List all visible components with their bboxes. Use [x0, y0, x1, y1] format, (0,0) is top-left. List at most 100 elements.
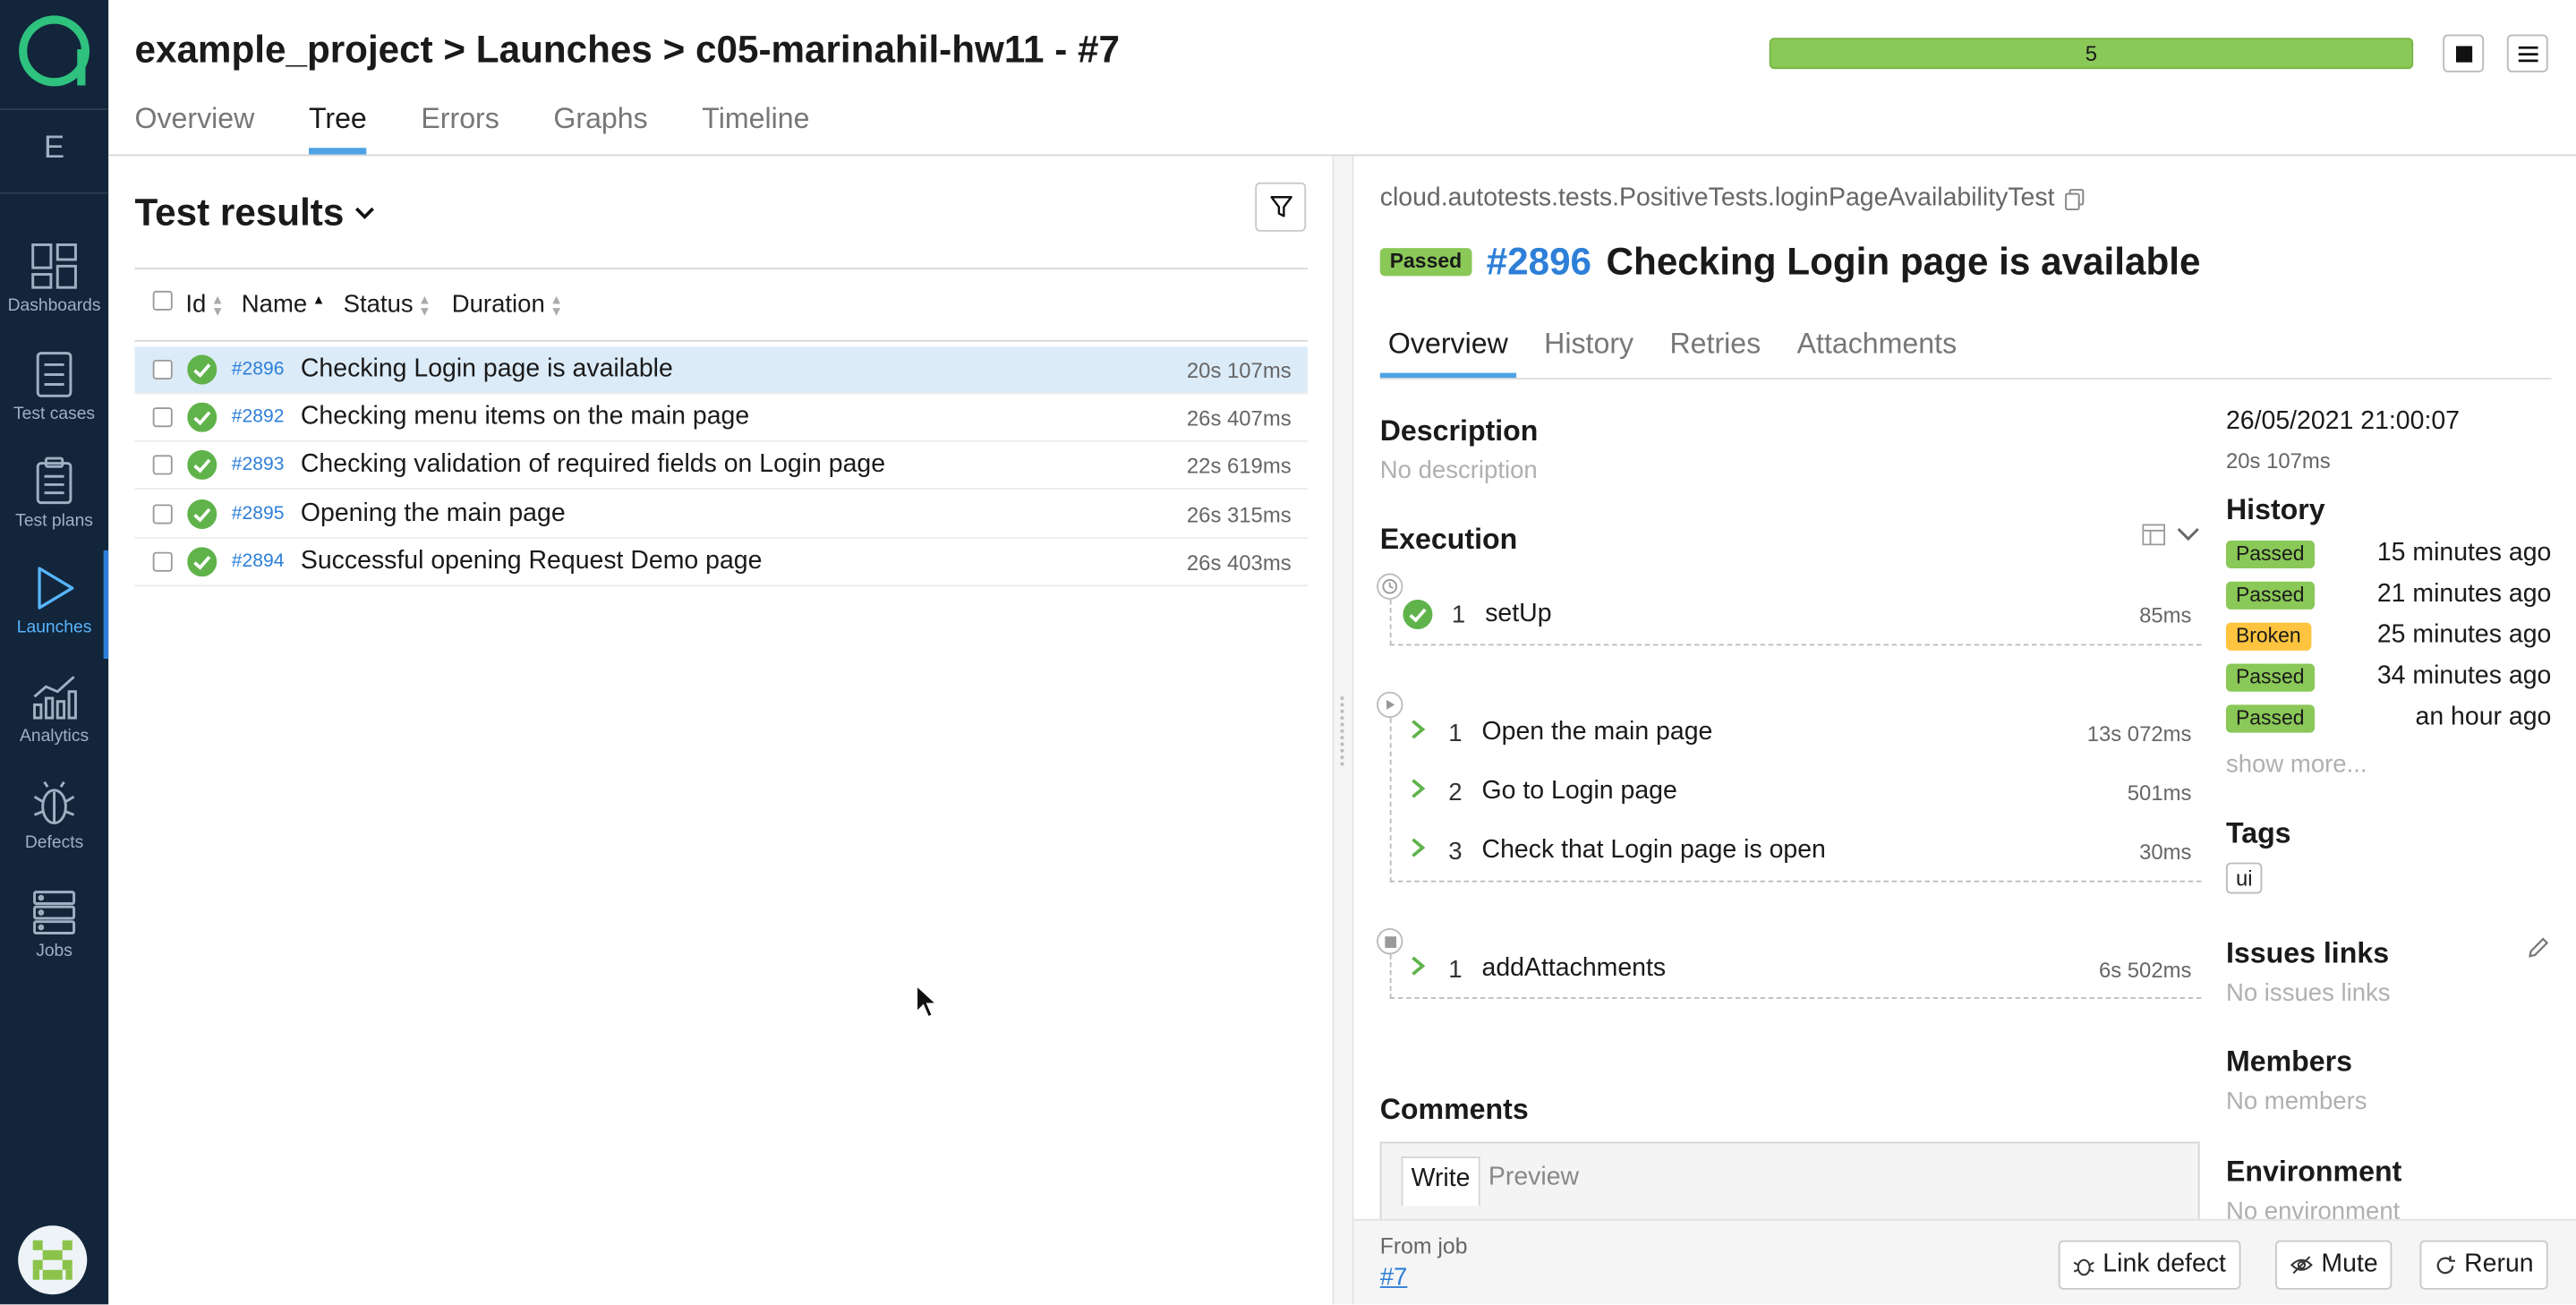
stop-launch-button[interactable] — [2443, 34, 2485, 72]
breadcrumb-project[interactable]: example_project — [135, 28, 433, 71]
history-item[interactable]: Passed 21 minutes ago — [2225, 578, 2551, 611]
step-number: 3 — [1448, 837, 1463, 866]
column-id[interactable]: Id ▲ ▼ — [185, 291, 224, 319]
sidebar-item-defects[interactable]: Defects — [0, 779, 108, 877]
test-step[interactable]: 1 Open the main page 13s 072ms — [1393, 704, 2197, 760]
step-duration: 30ms — [2139, 838, 2192, 864]
sort-icon: ▲ ▼ — [418, 291, 431, 319]
tab-tree[interactable]: Tree — [308, 102, 367, 155]
sidebar-item-test-plans[interactable]: Test plans — [0, 456, 108, 555]
app-logo-icon[interactable] — [16, 13, 91, 89]
column-status[interactable]: Status ▲ ▼ — [344, 291, 431, 319]
sidebar-item-test-cases[interactable]: Test cases — [0, 350, 108, 448]
select-all-checkbox[interactable] — [152, 290, 173, 311]
test-duration: 26s 407ms — [1186, 405, 1292, 430]
sidebar: E Dashboards Test cases Test plans Launc… — [0, 0, 109, 1305]
table-row[interactable]: #2895 Opening the main page 26s 315ms — [134, 491, 1308, 540]
tab-detail-overview[interactable]: Overview — [1379, 327, 1516, 379]
tab-errors[interactable]: Errors — [421, 102, 499, 155]
history-item[interactable]: Passed an hour ago — [2225, 702, 2551, 735]
sidebar-item-analytics[interactable]: Analytics — [0, 672, 108, 771]
rerun-label: Rerun — [2464, 1250, 2534, 1278]
test-results-dropdown[interactable]: Test results — [135, 191, 378, 235]
column-name[interactable]: Name▲▼ — [242, 291, 325, 319]
project-switcher[interactable]: E — [0, 132, 108, 167]
test-step[interactable]: 3 Check that Login page is open 30ms — [1393, 823, 2197, 879]
mute-button[interactable]: Mute — [2275, 1240, 2393, 1290]
tag-chip[interactable]: ui — [2225, 862, 2263, 894]
setup-step[interactable]: 1 setUp 85ms — [1393, 586, 2197, 642]
teardown-step[interactable]: 1 addAttachments 6s 502ms — [1393, 942, 2197, 997]
test-id: #2896 — [231, 359, 285, 380]
avatar[interactable] — [18, 1225, 88, 1295]
job-link[interactable]: #7 — [1380, 1263, 1408, 1291]
table-row[interactable]: #2892 Checking menu items on the main pa… — [134, 394, 1308, 442]
row-checkbox[interactable] — [152, 359, 173, 380]
copy-icon[interactable] — [2064, 188, 2085, 210]
passed-status-icon — [187, 449, 218, 480]
column-label: Name — [241, 290, 308, 320]
tab-detail-retries[interactable]: Retries — [1661, 327, 1769, 378]
link-defect-button[interactable]: Link defect — [2058, 1240, 2241, 1290]
breadcrumb-launches[interactable]: Launches — [476, 28, 653, 71]
sidebar-item-label: Test cases — [13, 404, 96, 424]
tab-write[interactable]: Write — [1401, 1156, 1480, 1207]
expand-chevron-icon — [1393, 954, 1429, 984]
test-plans-icon — [36, 456, 73, 505]
row-checkbox[interactable] — [152, 407, 173, 428]
passed-status-icon — [187, 354, 218, 385]
test-step[interactable]: 2 Go to Login page 501ms — [1393, 763, 2197, 819]
table-row[interactable]: #2894 Successful opening Request Demo pa… — [134, 539, 1308, 587]
edit-pencil-icon[interactable] — [2529, 936, 2550, 958]
breadcrumb-separator: > — [662, 28, 686, 71]
tags-heading: Tags — [2225, 816, 2291, 849]
tab-timeline[interactable]: Timeline — [702, 102, 809, 155]
table-row[interactable]: #2893 Checking validation of required fi… — [134, 442, 1308, 490]
history-item[interactable]: Passed 34 minutes ago — [2225, 661, 2551, 694]
layout-toggle-icon[interactable] — [2142, 524, 2166, 546]
members-heading: Members — [2225, 1045, 2353, 1079]
test-name: Successful opening Request Demo page — [300, 547, 763, 576]
tab-graphs[interactable]: Graphs — [553, 102, 647, 155]
collapse-chevron-icon[interactable] — [2177, 525, 2200, 542]
tab-preview[interactable]: Preview — [1480, 1156, 1588, 1206]
menu-button[interactable] — [2506, 34, 2548, 72]
refresh-icon — [2436, 1255, 2456, 1274]
row-checkbox[interactable] — [152, 504, 173, 525]
status-badge: Broken — [2225, 621, 2311, 650]
row-checkbox[interactable] — [152, 455, 173, 475]
tab-detail-history[interactable]: History — [1536, 327, 1642, 378]
test-full-path: cloud.autotests.tests.PositiveTests.logi… — [1380, 184, 2085, 214]
description-heading: Description — [1379, 414, 1539, 448]
test-duration: 22s 619ms — [1186, 452, 1292, 478]
tab-overview[interactable]: Overview — [135, 102, 255, 155]
sidebar-item-jobs[interactable]: Jobs — [0, 887, 108, 985]
history-item[interactable]: Broken 25 minutes ago — [2225, 619, 2551, 652]
tab-detail-attachments[interactable]: Attachments — [1788, 327, 1965, 378]
link-defect-label: Link defect — [2103, 1250, 2226, 1278]
breadcrumb-launch: c05-marinahil-hw11 - #7 — [695, 28, 1120, 71]
breadcrumb-separator: > — [443, 28, 466, 71]
step-name: addAttachments — [1481, 954, 1667, 983]
sidebar-item-launches[interactable]: Launches — [0, 550, 109, 662]
sidebar-item-dashboards[interactable]: Dashboards — [0, 242, 108, 340]
chevron-down-icon — [355, 206, 375, 218]
dashboards-icon — [31, 243, 77, 289]
column-duration[interactable]: Duration ▲ ▼ — [452, 291, 563, 319]
step-name: setUp — [1485, 599, 1552, 628]
test-id: #2895 — [231, 504, 285, 525]
rerun-button[interactable]: Rerun — [2419, 1240, 2549, 1290]
filter-button[interactable] — [1255, 182, 1307, 232]
row-checkbox[interactable] — [152, 551, 173, 572]
status-badge: Passed — [2225, 704, 2315, 732]
table-row[interactable]: #2896 Checking Login page is available 2… — [134, 346, 1308, 395]
test-id-link[interactable]: #2896 — [1487, 240, 1591, 285]
test-name: Checking menu items on the main page — [300, 402, 750, 431]
sidebar-item-label: Launches — [16, 618, 92, 638]
splitter-grip-icon[interactable] — [1338, 695, 1346, 768]
menu-icon — [2517, 45, 2538, 62]
from-job-label: From job — [1379, 1233, 1468, 1258]
history-item[interactable]: Passed 15 minutes ago — [2225, 537, 2551, 570]
show-more-link[interactable]: show more... — [2226, 751, 2367, 779]
history-heading: History — [2225, 492, 2325, 526]
